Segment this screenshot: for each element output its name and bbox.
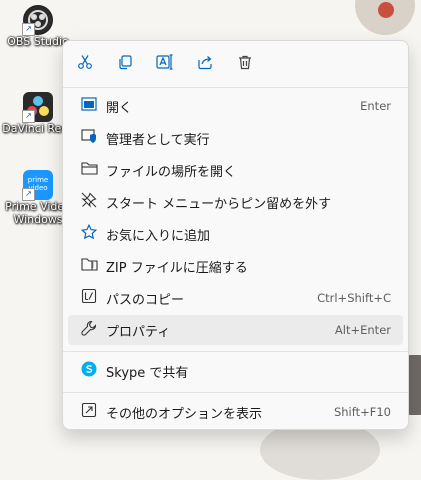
unpin-icon: [81, 192, 97, 212]
quick-actions-row: [63, 41, 408, 85]
share-icon: [197, 54, 213, 74]
menu-item-label: ZIP ファイルに圧縮する: [106, 260, 248, 276]
menu-item-share-skype[interactable]: Skype で共有: [68, 356, 403, 386]
menu-item-shortcut: Enter: [360, 99, 391, 113]
delete-button[interactable]: [231, 50, 259, 78]
prime-video-icon: prime video ↗: [22, 170, 53, 201]
copy-icon: [117, 54, 133, 74]
menu-item-properties[interactable]: プロパティ Alt+Enter: [68, 315, 403, 345]
zip-folder-icon: [80, 257, 98, 275]
skype-icon: [81, 361, 97, 381]
menu-item-unpin-from-start[interactable]: スタート メニューからピン留めを外す: [68, 187, 403, 217]
menu-item-label: 開く: [106, 100, 133, 116]
context-menu: 開く Enter 管理者として実行 ファイルの場所を開く スタート メニューから…: [62, 40, 409, 430]
delete-icon: [237, 54, 253, 74]
shortcut-arrow-icon: ↗: [22, 23, 35, 36]
menu-separator: [63, 87, 408, 88]
cut-button[interactable]: [71, 50, 99, 78]
davinci-icon: ↗: [22, 92, 53, 123]
shield-icon: [81, 128, 97, 148]
menu-item-compress-zip[interactable]: ZIP ファイルに圧縮する: [68, 251, 403, 281]
rename-button[interactable]: [151, 50, 179, 78]
menu-item-label: お気に入りに追加: [106, 228, 211, 244]
menu-item-label: 管理者として実行: [106, 132, 210, 148]
menu-item-label: Skype で共有: [106, 365, 189, 381]
copy-path-icon: [81, 288, 97, 308]
menu-item-label: その他のオプションを表示: [106, 406, 263, 422]
wallpaper-blob: [378, 2, 394, 18]
star-icon: [80, 223, 98, 244]
open-app-icon: [81, 97, 97, 115]
rename-icon: [156, 54, 174, 74]
menu-item-open-file-location[interactable]: ファイルの場所を開く: [68, 155, 403, 185]
menu-item-shortcut: Shift+F10: [333, 405, 391, 419]
menu-separator: [63, 351, 408, 352]
menu-item-label: ファイルの場所を開く: [106, 164, 237, 180]
menu-item-label: スタート メニューからピン留めを外す: [106, 196, 332, 212]
copy-button[interactable]: [111, 50, 139, 78]
menu-item-shortcut: Ctrl+Shift+C: [317, 291, 391, 305]
menu-item-open[interactable]: 開く Enter: [68, 91, 403, 121]
shortcut-arrow-icon: ↗: [22, 188, 35, 201]
menu-item-copy-path[interactable]: パスのコピー Ctrl+Shift+C: [68, 283, 403, 313]
shortcut-arrow-icon: ↗: [22, 110, 35, 123]
share-button[interactable]: [191, 50, 219, 78]
cut-icon: [77, 54, 93, 74]
menu-item-add-to-favorites[interactable]: お気に入りに追加: [68, 219, 403, 249]
menu-item-label: プロパティ: [106, 324, 171, 340]
more-options-icon: [81, 402, 97, 422]
menu-item-show-more-options[interactable]: その他のオプションを表示 Shift+F10: [68, 397, 403, 427]
obs-icon: ↗: [22, 5, 53, 36]
menu-item-run-as-admin[interactable]: 管理者として実行: [68, 123, 403, 153]
wrench-icon: [81, 320, 97, 340]
menu-separator: [63, 392, 408, 393]
menu-item-label: パスのコピー: [106, 292, 185, 308]
folder-icon: [80, 161, 98, 179]
menu-item-shortcut: Alt+Enter: [334, 323, 391, 337]
